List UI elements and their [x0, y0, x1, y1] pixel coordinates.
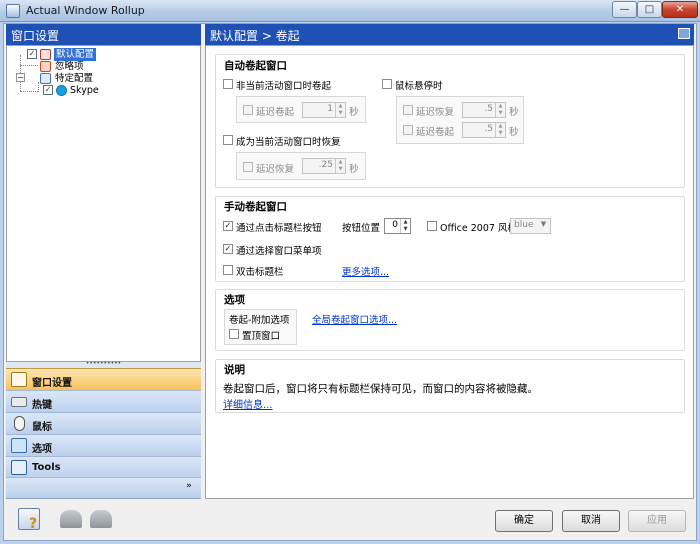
- nav-mouse[interactable]: 鼠标: [6, 412, 201, 434]
- redo-icon[interactable]: [90, 510, 112, 528]
- maximize-button[interactable]: □: [637, 1, 662, 18]
- description-text: 卷起窗口后，窗口将只有标题栏保持可见，而窗口的内容将被隐藏。: [223, 383, 538, 395]
- nav-tools[interactable]: Tools: [6, 456, 201, 478]
- nav-label: 鼠标: [32, 422, 52, 433]
- window-title: Actual Window Rollup: [26, 4, 145, 17]
- hover-delay-restore-checkbox[interactable]: [403, 105, 413, 115]
- spinner-value: .5: [484, 124, 493, 134]
- chevron-down-icon: ▼: [540, 220, 547, 228]
- rollup-inactive-label: 非当前活动窗口时卷起: [236, 81, 332, 92]
- undo-icon[interactable]: [60, 510, 82, 528]
- spinner-value: 0: [392, 220, 398, 230]
- profile-tree[interactable]: − ✓ 默认配置 忽略项 特定配置 ✓ Skype: [6, 45, 201, 362]
- nav-label: 选项: [32, 444, 52, 455]
- rollup-inactive-checkbox[interactable]: [223, 79, 233, 89]
- more-options-link[interactable]: 更多选项...: [342, 264, 389, 278]
- button-position-spinner[interactable]: 0 ▲ ▼: [384, 218, 411, 234]
- nav-hotkeys[interactable]: 热键: [6, 390, 201, 412]
- skype-icon: [56, 85, 67, 96]
- hover-delay-restore-spinner[interactable]: .5 ▲ ▼: [462, 102, 506, 118]
- rollup-extra-options-label: 卷起-附加选项: [229, 315, 290, 326]
- nav-label: 窗口设置: [32, 378, 72, 389]
- nav-window-settings[interactable]: 窗口设置: [6, 368, 201, 390]
- office-style-select[interactable]: blue ▼: [510, 218, 551, 234]
- restore-active-label: 成为当前活动窗口时恢复: [236, 137, 341, 148]
- delay-restore-label: 延迟恢复: [256, 164, 295, 175]
- window-menu-checkbox[interactable]: ✓: [223, 244, 233, 254]
- spinner-value: .25: [318, 160, 333, 170]
- left-pane-header: 窗口设置: [6, 24, 201, 45]
- auto-rollup-title: 自动卷起窗口: [224, 60, 287, 72]
- topmost-checkbox[interactable]: [229, 329, 239, 339]
- window-menu-label: 通过选择窗口菜单项: [236, 246, 322, 257]
- description-title: 说明: [224, 364, 245, 376]
- tools-icon: [11, 460, 27, 475]
- ignore-list-icon: [40, 61, 51, 72]
- expand-toggle-icon[interactable]: −: [16, 73, 25, 82]
- options-title: 选项: [224, 294, 245, 306]
- keyboard-icon: [11, 397, 27, 407]
- minimize-button[interactable]: —: [612, 1, 637, 18]
- spinner-value: 1: [327, 104, 333, 114]
- tree-item-label: Skype: [70, 85, 99, 96]
- right-pane-header: 默认配置 > 卷起: [205, 24, 694, 45]
- seconds-unit: 秒: [349, 164, 359, 175]
- window-settings-icon: [11, 372, 27, 387]
- mouse-hover-checkbox[interactable]: [382, 79, 392, 89]
- tree-line: [38, 82, 39, 92]
- titlebar-button-checkbox[interactable]: ✓: [223, 221, 233, 231]
- nav-label: Tools: [32, 462, 61, 473]
- tree-line: [20, 65, 38, 66]
- button-position-label: 按钮位置: [342, 223, 381, 234]
- spinner-arrows-icon[interactable]: ▲ ▼: [495, 103, 505, 117]
- options-icon: [11, 438, 27, 453]
- app-icon[interactable]: [6, 4, 20, 18]
- global-options-link[interactable]: 全局卷起窗口选项...: [312, 312, 397, 326]
- spinner-value: .5: [484, 104, 493, 114]
- window-icon[interactable]: [678, 28, 690, 39]
- spinner-arrows-icon[interactable]: ▲ ▼: [335, 159, 345, 173]
- double-click-checkbox[interactable]: [223, 265, 233, 275]
- spinner-arrows-icon[interactable]: ▲ ▼: [495, 123, 505, 137]
- mouse-icon: [14, 416, 25, 431]
- chevron-more-icon[interactable]: »: [186, 481, 192, 491]
- question-mark-icon: ?: [29, 516, 38, 532]
- double-click-label: 双击标题栏: [236, 267, 284, 278]
- hover-delay-rollup-spinner[interactable]: .5 ▲ ▼: [462, 122, 506, 138]
- office-style-checkbox[interactable]: [427, 221, 437, 231]
- tree-line: [20, 91, 38, 92]
- mouse-hover-label: 鼠标悬停时: [395, 81, 443, 92]
- hover-delay-restore-label: 延迟恢复: [416, 107, 455, 118]
- manual-rollup-title: 手动卷起窗口: [224, 201, 287, 213]
- spinner-arrows-icon[interactable]: ▲ ▼: [400, 219, 410, 233]
- delay-rollup-spinner[interactable]: 1 ▲ ▼: [302, 102, 346, 118]
- details-link[interactable]: 详细信息...: [223, 396, 273, 411]
- close-button[interactable]: ✕: [662, 1, 698, 18]
- window-profile-icon: [40, 49, 51, 60]
- seconds-unit: 秒: [509, 107, 519, 118]
- specific-profiles-icon: [40, 73, 51, 84]
- tree-checkbox[interactable]: ✓: [43, 85, 53, 95]
- ok-button[interactable]: 确定: [495, 510, 553, 532]
- apply-button[interactable]: 应用: [628, 510, 686, 532]
- titlebar-button-label: 通过点击标题栏按钮: [236, 223, 322, 234]
- restore-active-checkbox[interactable]: [223, 135, 233, 145]
- delay-restore-spinner[interactable]: .25 ▲ ▼: [302, 158, 346, 174]
- seconds-unit: 秒: [509, 127, 519, 138]
- delay-rollup-label: 延迟卷起: [256, 107, 295, 118]
- tree-checkbox[interactable]: ✓: [27, 49, 37, 59]
- delay-restore-checkbox[interactable]: [243, 162, 253, 172]
- hover-delay-rollup-checkbox[interactable]: [403, 125, 413, 135]
- office-style-label: Office 2007 风格: [440, 223, 517, 234]
- nav-label: 热键: [32, 400, 52, 411]
- nav-options[interactable]: 选项: [6, 434, 201, 456]
- delay-rollup-checkbox[interactable]: [243, 105, 253, 115]
- select-value: blue: [514, 220, 534, 230]
- topmost-label: 置顶窗口: [242, 331, 281, 342]
- hover-delay-rollup-label: 延迟卷起: [416, 127, 455, 138]
- seconds-unit: 秒: [349, 107, 359, 118]
- cancel-button[interactable]: 取消: [562, 510, 620, 532]
- nav-overflow-bar: [6, 477, 201, 499]
- spinner-arrows-icon[interactable]: ▲ ▼: [335, 103, 345, 117]
